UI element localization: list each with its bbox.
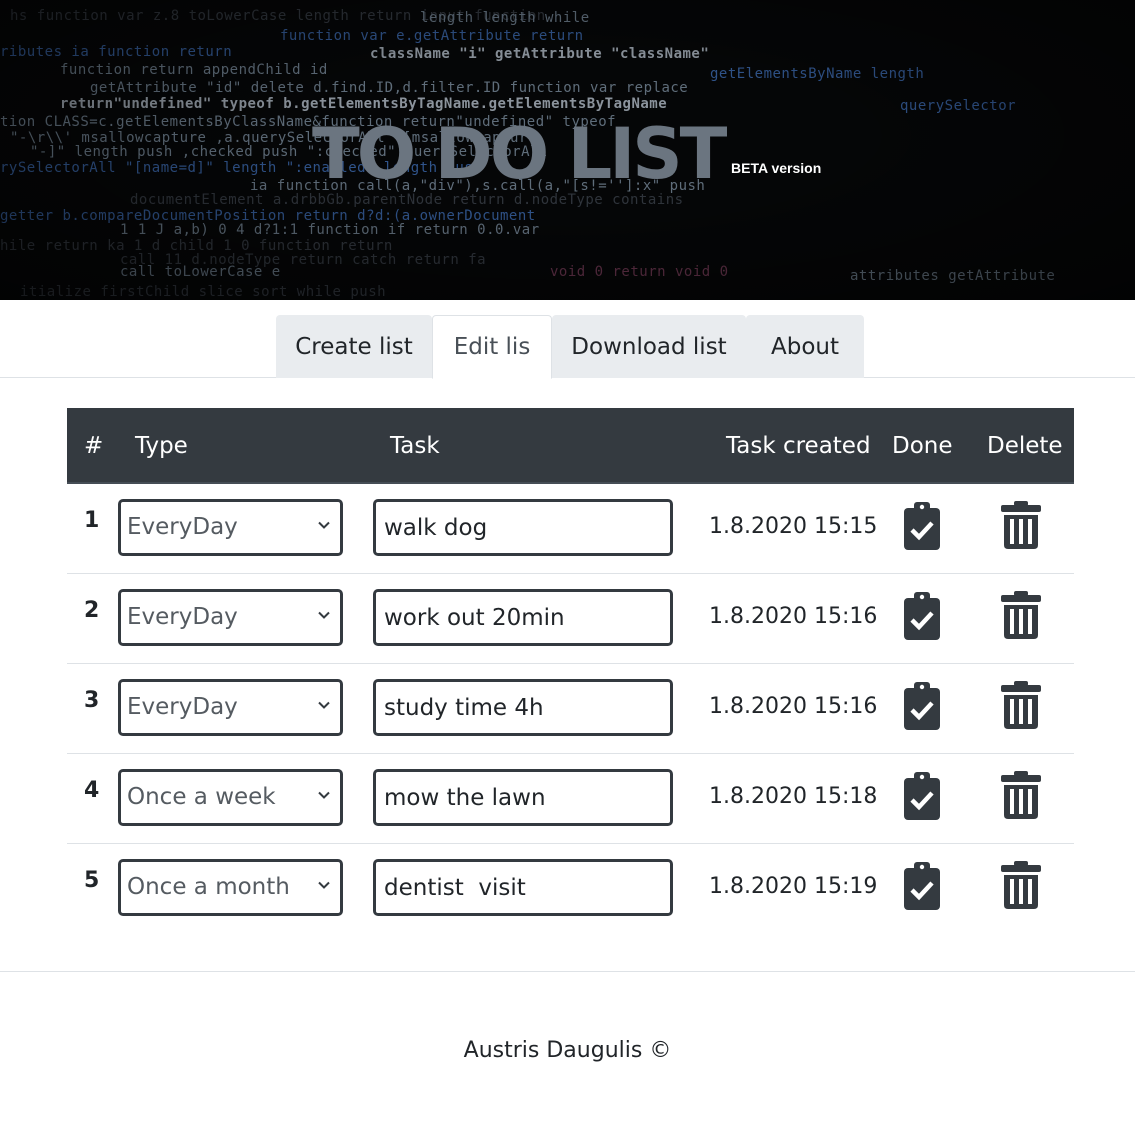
task-created-time: 1.8.2020 15:16	[709, 604, 878, 629]
header-number: #	[84, 433, 104, 459]
task-input[interactable]	[373, 589, 673, 646]
task-created-time: 1.8.2020 15:16	[709, 694, 878, 719]
tab-edit-list[interactable]: Edit lis	[432, 315, 552, 379]
app-title: TO DO LIST	[312, 113, 727, 195]
type-select-value: EveryDay	[127, 694, 238, 720]
clipboard-check-icon[interactable]	[904, 862, 940, 910]
trash-icon[interactable]	[1001, 771, 1041, 819]
header-task: Task	[390, 433, 440, 459]
table-row: 3 EveryDay 1.8.2020 15:16	[67, 664, 1074, 754]
row-number: 4	[84, 778, 100, 803]
chevron-down-icon	[318, 611, 330, 619]
row-number: 5	[84, 868, 100, 893]
type-select[interactable]: EveryDay	[118, 679, 343, 736]
clipboard-check-icon[interactable]	[904, 682, 940, 730]
row-number: 1	[84, 508, 100, 533]
trash-icon[interactable]	[1001, 591, 1041, 639]
table-row: 5 Once a month 1.8.2020 15:19	[67, 844, 1074, 934]
trash-icon[interactable]	[1001, 861, 1041, 909]
task-created-time: 1.8.2020 15:18	[709, 784, 878, 809]
table-row: 1 EveryDay 1.8.2020 15:15	[67, 484, 1074, 574]
beta-badge: BETA version	[731, 160, 822, 176]
clipboard-check-icon[interactable]	[904, 592, 940, 640]
task-input[interactable]	[373, 679, 673, 736]
clipboard-check-icon[interactable]	[904, 502, 940, 550]
type-select[interactable]: Once a week	[118, 769, 343, 826]
header-task-created: Task created	[726, 433, 871, 459]
type-select-value: Once a month	[127, 874, 290, 900]
type-select[interactable]: EveryDay	[118, 589, 343, 646]
footer-copyright: Austris Daugulis ©	[463, 1038, 672, 1063]
table-row: 4 Once a week 1.8.2020 15:18	[67, 754, 1074, 844]
trash-icon[interactable]	[1001, 681, 1041, 729]
tab-about[interactable]: About	[746, 315, 864, 378]
nav-tabs: Create list Edit lis Download list About	[0, 300, 1135, 379]
type-select[interactable]: Once a month	[118, 859, 343, 916]
header-done: Done	[892, 433, 953, 459]
row-number: 2	[84, 598, 100, 623]
hero-banner: hs function var z.8 toLowerCase length r…	[0, 0, 1135, 300]
chevron-down-icon	[318, 521, 330, 529]
row-number: 3	[84, 688, 100, 713]
table-header: # Type Task Task created Done Delete	[67, 408, 1074, 484]
tab-create-list[interactable]: Create list	[276, 315, 432, 378]
header-delete: Delete	[987, 433, 1063, 459]
header-type: Type	[135, 433, 188, 459]
task-input[interactable]	[373, 859, 673, 916]
type-select[interactable]: EveryDay	[118, 499, 343, 556]
footer-divider	[0, 971, 1135, 972]
task-input[interactable]	[373, 499, 673, 556]
task-input[interactable]	[373, 769, 673, 826]
chevron-down-icon	[318, 701, 330, 709]
type-select-value: EveryDay	[127, 604, 238, 630]
tab-download-list[interactable]: Download list	[552, 315, 746, 378]
task-created-time: 1.8.2020 15:15	[709, 514, 878, 539]
trash-icon[interactable]	[1001, 501, 1041, 549]
table-row: 2 EveryDay 1.8.2020 15:16	[67, 574, 1074, 664]
type-select-value: EveryDay	[127, 514, 238, 540]
chevron-down-icon	[318, 791, 330, 799]
type-select-value: Once a week	[127, 784, 276, 810]
chevron-down-icon	[318, 881, 330, 889]
task-created-time: 1.8.2020 15:19	[709, 874, 878, 899]
clipboard-check-icon[interactable]	[904, 772, 940, 820]
